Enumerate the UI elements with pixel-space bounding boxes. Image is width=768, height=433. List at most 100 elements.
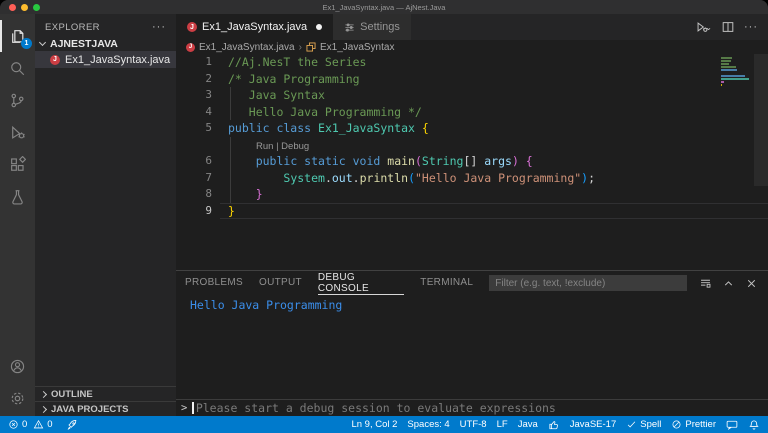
console-output-line: Hello Java Programming: [190, 298, 342, 312]
split-editor-icon[interactable]: [721, 20, 735, 34]
java-file-icon: J: [50, 55, 60, 65]
sidebar-section-java-projects[interactable]: JAVA PROJECTS: [35, 401, 176, 416]
minimap-line: [721, 84, 722, 86]
line-number: 4: [176, 104, 212, 121]
prettier-status[interactable]: Prettier: [671, 419, 716, 430]
slash-circle-icon: [671, 419, 682, 430]
minimap-line: [721, 69, 737, 71]
extensions-icon: [9, 156, 26, 173]
rocket-icon[interactable]: [66, 419, 78, 431]
account-icon: [9, 358, 26, 375]
codelens-row: Run | Debug: [176, 137, 768, 154]
warning-icon: [33, 419, 44, 430]
explorer-more-actions[interactable]: ···: [152, 21, 166, 33]
settings-sliders-icon: [344, 22, 355, 33]
folder-ajnestjava[interactable]: AJNESTJAVA: [35, 36, 176, 51]
explorer-sidebar: EXPLORER ··· AJNESTJAVA J Ex1_JavaSyntax…: [35, 14, 176, 416]
modified-dot-icon[interactable]: [316, 24, 322, 30]
cursor-position[interactable]: Ln 9, Col 2: [351, 419, 397, 430]
activity-search[interactable]: [0, 52, 35, 84]
explorer-badge: 1: [21, 38, 32, 49]
activity-run-debug[interactable]: [0, 116, 35, 148]
window-controls: [0, 4, 40, 11]
maximize-panel-icon[interactable]: [722, 277, 735, 290]
panel-tab-output[interactable]: OUTPUT: [259, 272, 302, 295]
console-input-placeholder: Please start a debug session to evaluate…: [196, 401, 556, 415]
search-icon: [9, 60, 26, 77]
thumbs-up-icon[interactable]: [548, 419, 560, 431]
jdk-version[interactable]: JavaSE-17: [570, 419, 616, 430]
bottom-panel: PROBLEMS OUTPUT DEBUG CONSOLE TERMINAL: [176, 270, 768, 416]
debug-console-content: Hello Java Programming: [176, 295, 768, 399]
activity-testing[interactable]: [0, 180, 35, 212]
activity-explorer[interactable]: 1: [0, 20, 35, 52]
chevron-down-icon: ⌄: [705, 23, 712, 32]
close-window-button[interactable]: [9, 4, 16, 11]
feedback-icon[interactable]: [726, 419, 738, 431]
breadcrumb-separator: ›: [299, 42, 302, 53]
window-title: Ex1_JavaSyntax.java — AjNest.Java: [0, 3, 768, 12]
java-file-icon: J: [187, 22, 197, 32]
activity-accounts[interactable]: [0, 350, 35, 382]
output-view-icon[interactable]: [699, 277, 712, 290]
tab-ex1-javasyntax[interactable]: J Ex1_JavaSyntax.java: [176, 14, 333, 40]
sidebar-title: EXPLORER: [45, 22, 100, 33]
class-icon: [306, 42, 316, 52]
problems-indicator[interactable]: 0 0: [8, 419, 53, 430]
code-line: 8 }: [176, 186, 768, 203]
line-number: 1: [176, 54, 212, 71]
console-prompt: >: [176, 402, 192, 414]
panel-tab-terminal[interactable]: TERMINAL: [420, 272, 473, 295]
panel-tab-problems[interactable]: PROBLEMS: [185, 272, 243, 295]
bell-icon[interactable]: [748, 419, 760, 431]
panel-tab-debug-console[interactable]: DEBUG CONSOLE: [318, 272, 404, 295]
line-number: 3: [176, 87, 212, 104]
code-line: 4 Hello Java Programming */: [176, 104, 768, 121]
encoding[interactable]: UTF-8: [460, 419, 487, 430]
minimap-line: [721, 66, 736, 68]
beaker-icon: [9, 188, 26, 205]
spell-checker-status[interactable]: Spell: [626, 419, 661, 430]
filter-input[interactable]: [489, 275, 687, 291]
minimap-line: [721, 60, 731, 62]
gear-icon: [9, 390, 26, 407]
eol-sequence[interactable]: LF: [497, 419, 508, 430]
more-actions-button[interactable]: ···: [744, 21, 758, 33]
java-file-icon: J: [186, 43, 195, 52]
editor-scrollbar[interactable]: [754, 54, 768, 186]
sidebar-section-outline[interactable]: OUTLINE: [35, 386, 176, 401]
minimap[interactable]: [721, 57, 751, 86]
breadcrumb-symbol[interactable]: Ex1_JavaSyntax: [320, 42, 395, 53]
code-line: 6 public static void main(String[] args)…: [176, 153, 768, 170]
activity-source-control[interactable]: [0, 84, 35, 116]
indentation[interactable]: Spaces: 4: [407, 419, 449, 430]
debug-console-input[interactable]: > Please start a debug session to evalua…: [176, 399, 768, 416]
code-editor[interactable]: 1//Aj.NesT the Series2/* Java Programmin…: [176, 54, 768, 270]
minimap-line: [721, 57, 732, 59]
text-cursor: [192, 402, 194, 414]
minimize-window-button[interactable]: [21, 4, 28, 11]
minimap-line: [721, 63, 729, 65]
file-item-selected[interactable]: J Ex1_JavaSyntax.java: [35, 51, 176, 68]
language-mode[interactable]: Java: [518, 419, 538, 430]
run-or-debug-button[interactable]: ⌄: [695, 20, 712, 34]
line-number: 8: [176, 186, 212, 203]
breadcrumb-file[interactable]: Ex1_JavaSyntax.java: [199, 42, 295, 53]
tab-settings[interactable]: Settings: [333, 14, 412, 40]
code-line: 1//Aj.NesT the Series: [176, 54, 768, 71]
activity-manage[interactable]: [0, 382, 35, 414]
source-control-icon: [9, 92, 26, 109]
line-number: 5: [176, 120, 212, 137]
close-panel-icon[interactable]: [745, 277, 758, 290]
minimap-line: [721, 78, 749, 80]
zoom-window-button[interactable]: [33, 4, 40, 11]
activity-extensions[interactable]: [0, 148, 35, 180]
code-line: 2/* Java Programming: [176, 71, 768, 88]
code-lines: 1//Aj.NesT the Series2/* Java Programmin…: [176, 54, 768, 219]
vscode-window: Ex1_JavaSyntax.java — AjNest.Java 1: [0, 0, 768, 433]
codelens-run-debug[interactable]: Run | Debug: [256, 141, 309, 152]
run-debug-icon: [9, 124, 26, 141]
line-number: 6: [176, 153, 212, 170]
chevron-right-icon: [40, 390, 47, 397]
title-bar: Ex1_JavaSyntax.java — AjNest.Java: [0, 0, 768, 14]
